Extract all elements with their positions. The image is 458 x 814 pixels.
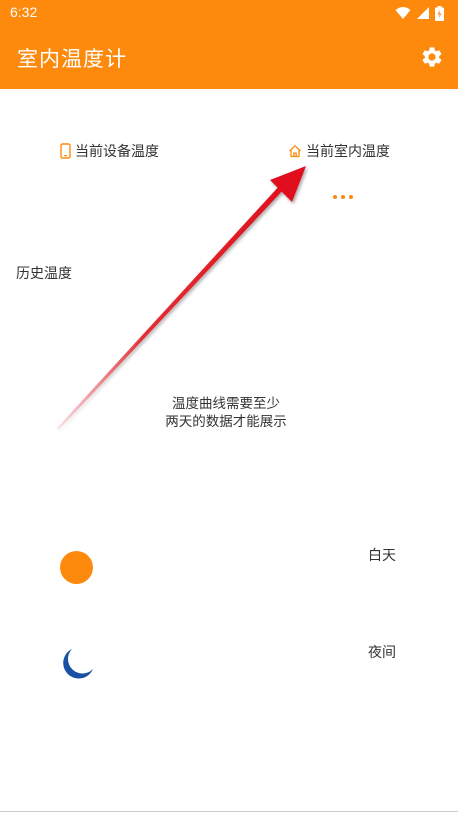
chart-empty-message: 温度曲线需要至少 两天的数据才能展示 — [126, 395, 326, 431]
night-label: 夜间 — [368, 645, 396, 661]
loading-dot — [333, 195, 337, 199]
chart-message-line: 两天的数据才能展示 — [165, 414, 287, 430]
status-bar: 6:32 — [0, 0, 458, 26]
device-temperature-label: 当前设备温度 — [75, 144, 159, 160]
home-icon — [289, 145, 301, 158]
day-label: 白天 — [368, 548, 396, 564]
status-time: 6:32 — [10, 4, 38, 20]
signal-icon — [417, 7, 429, 19]
loading-dot — [349, 195, 353, 199]
bottom-divider — [0, 811, 458, 812]
loading-indicator — [333, 195, 353, 199]
loading-dot — [341, 195, 345, 199]
phone-icon — [60, 143, 71, 159]
status-icons — [395, 5, 444, 21]
indoor-temperature[interactable]: 当前室内温度 — [288, 141, 390, 161]
content-area: 当前设备温度 当前室内温度 历史温度 温度曲线需要至少 两天的数据才能展示 白天… — [0, 89, 458, 812]
history-temperature-label: 历史温度 — [16, 266, 72, 282]
sun-icon — [60, 551, 93, 584]
app-title: 室内温度计 — [17, 47, 127, 71]
wifi-icon — [395, 7, 411, 19]
device-temperature[interactable]: 当前设备温度 — [60, 141, 159, 161]
gear-icon[interactable] — [420, 45, 444, 69]
indoor-temperature-label: 当前室内温度 — [306, 144, 390, 160]
app-bar: 室内温度计 — [0, 26, 458, 89]
moon-icon — [63, 649, 93, 679]
battery-icon — [435, 5, 444, 21]
chart-message-line: 温度曲线需要至少 — [172, 396, 280, 412]
